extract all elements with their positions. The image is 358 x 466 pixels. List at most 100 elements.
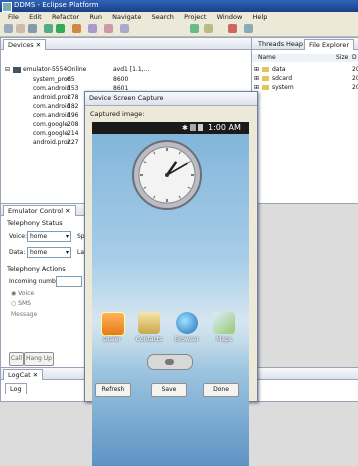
menu-edit[interactable]: Edit bbox=[29, 12, 42, 22]
emulator-build: avd1 [1.1,... bbox=[113, 66, 150, 73]
file-date: 20 bbox=[352, 84, 358, 91]
voice-select[interactable]: home ▾ bbox=[27, 231, 71, 242]
window-title: DDMS - Eclipse Platform bbox=[14, 1, 99, 9]
battery-icon bbox=[198, 124, 203, 131]
grid-icon bbox=[165, 359, 174, 365]
message-label: Message bbox=[11, 311, 38, 318]
title-bar: DDMS - Eclipse Platform bbox=[0, 0, 358, 12]
menu-project[interactable]: Project bbox=[184, 12, 206, 22]
tab-file-explorer[interactable]: File Explorer bbox=[304, 39, 355, 50]
contacts-label[interactable]: Contacts bbox=[132, 336, 166, 343]
process-pid: 153 bbox=[67, 85, 79, 92]
launcher-tray-handle[interactable] bbox=[147, 354, 193, 370]
process-name: android.proc bbox=[33, 139, 71, 146]
hang-up-button[interactable]: Hang Up bbox=[24, 352, 54, 366]
menu-navigate[interactable]: Navigate bbox=[112, 12, 141, 22]
dialog-title: Device Screen Capture bbox=[85, 92, 257, 106]
debug-icon[interactable] bbox=[44, 24, 53, 33]
incoming-number-input[interactable] bbox=[56, 276, 82, 287]
tab-emulator-control[interactable]: Emulator Control ✕ bbox=[3, 205, 76, 216]
process-pid: 227 bbox=[67, 139, 79, 146]
screen-capture-dialog: Device Screen Capture Captured image: ✱ … bbox=[84, 91, 258, 466]
process-name: com.google. bbox=[33, 121, 70, 128]
java-perspective-icon[interactable] bbox=[190, 24, 199, 33]
tab-log[interactable]: Log bbox=[5, 383, 27, 394]
logcat-tab-label: LogCat bbox=[8, 371, 31, 379]
telephony-actions-heading: Telephony Actions bbox=[7, 265, 66, 273]
column-date[interactable]: D bbox=[352, 54, 357, 62]
menu-help[interactable]: Help bbox=[253, 12, 268, 22]
telephony-status-heading: Telephony Status bbox=[7, 219, 63, 227]
file-date: 20 bbox=[352, 66, 358, 73]
tab-logcat[interactable]: LogCat ✕ bbox=[3, 369, 44, 380]
refresh-button[interactable]: Refresh bbox=[95, 383, 131, 397]
file-table-header: Name Size D bbox=[252, 54, 358, 62]
threads-tab-label: Threads bbox=[258, 40, 285, 48]
open-icon[interactable] bbox=[16, 24, 25, 33]
process-pid: 178 bbox=[67, 94, 79, 101]
maps-icon[interactable] bbox=[213, 312, 235, 334]
maps-label[interactable]: Maps bbox=[207, 336, 241, 343]
external-tools-icon[interactable] bbox=[72, 24, 81, 33]
voice-label: Voice: bbox=[9, 233, 27, 240]
device-icon bbox=[13, 67, 21, 73]
save-button[interactable]: Save bbox=[151, 383, 187, 397]
pen-icon[interactable] bbox=[104, 24, 113, 33]
done-button[interactable]: Done bbox=[203, 383, 239, 397]
captured-image-label: Captured image: bbox=[90, 110, 145, 118]
log-tab-label: Log bbox=[10, 385, 22, 393]
process-name: com.android bbox=[33, 85, 71, 92]
data-label: Data: bbox=[9, 249, 26, 256]
emulator-control-tab-label: Emulator Control bbox=[8, 207, 64, 215]
heap-tab-label: Heap bbox=[286, 40, 303, 48]
menu-run[interactable]: Run bbox=[89, 12, 101, 22]
menu-refactor[interactable]: Refactor bbox=[52, 12, 79, 22]
dialer-label[interactable]: Dialer bbox=[95, 336, 129, 343]
analog-clock-widget[interactable] bbox=[131, 139, 203, 211]
file-explorer-panel: Threads Heap File Explorer Name Size D ⊞… bbox=[251, 37, 358, 204]
run-icon[interactable] bbox=[56, 24, 65, 33]
browser-label[interactable]: Browser bbox=[170, 336, 204, 343]
file-row[interactable]: ⊞ sdcard 20 bbox=[252, 75, 358, 83]
call-button[interactable]: Call bbox=[9, 352, 24, 366]
menu-search[interactable]: Search bbox=[152, 12, 174, 22]
column-size[interactable]: Size bbox=[336, 54, 348, 62]
menu-bar: File Edit Refactor Run Navigate Search P… bbox=[0, 12, 358, 22]
folder-icon bbox=[262, 76, 269, 81]
captured-image: ✱ 1:00 AM Dialer Contacts Browser Maps bbox=[92, 122, 249, 466]
new-icon[interactable] bbox=[4, 24, 13, 33]
process-row[interactable]: system_proc 65 8600 bbox=[1, 76, 251, 84]
voice-select-value: home bbox=[30, 233, 48, 240]
clock-center bbox=[165, 173, 169, 177]
emulator-row[interactable]: ⊟ emulator-5554 Online avd1 [1.1,... bbox=[1, 66, 251, 74]
navigate-icon[interactable] bbox=[120, 24, 129, 33]
screen-capture-icon[interactable] bbox=[244, 24, 253, 33]
process-name: system_proc bbox=[33, 76, 71, 83]
file-name: data bbox=[272, 66, 286, 73]
tab-devices[interactable]: Devices ✕ bbox=[3, 39, 47, 50]
ddms-perspective-icon[interactable] bbox=[204, 24, 213, 33]
search-icon[interactable] bbox=[88, 24, 97, 33]
folder-icon bbox=[262, 85, 269, 90]
expand-icon[interactable]: ⊟ bbox=[5, 66, 10, 74]
menu-file[interactable]: File bbox=[8, 12, 19, 22]
process-pid: 182 bbox=[67, 103, 79, 110]
sms-radio[interactable]: ○ SMS bbox=[11, 300, 31, 307]
browser-icon[interactable] bbox=[176, 312, 198, 334]
voice-radio[interactable]: ◉ Voice bbox=[11, 290, 34, 297]
file-row[interactable]: ⊞ system 20 bbox=[252, 84, 358, 92]
menu-window[interactable]: Window bbox=[217, 12, 243, 22]
sms-radio-label: SMS bbox=[18, 300, 31, 307]
process-port: 8600 bbox=[113, 76, 129, 83]
contacts-icon[interactable] bbox=[138, 312, 160, 334]
process-name: com.android bbox=[33, 103, 71, 110]
process-pid: 65 bbox=[67, 76, 75, 83]
column-name[interactable]: Name bbox=[258, 54, 276, 62]
dialer-icon[interactable] bbox=[101, 312, 125, 336]
process-pid: 214 bbox=[67, 130, 79, 137]
stop-icon[interactable] bbox=[228, 24, 237, 33]
data-select[interactable]: home ▾ bbox=[27, 247, 71, 258]
bluetooth-icon: ✱ bbox=[182, 124, 188, 132]
file-row[interactable]: ⊞ data 20 bbox=[252, 66, 358, 74]
save-icon[interactable] bbox=[28, 24, 37, 33]
